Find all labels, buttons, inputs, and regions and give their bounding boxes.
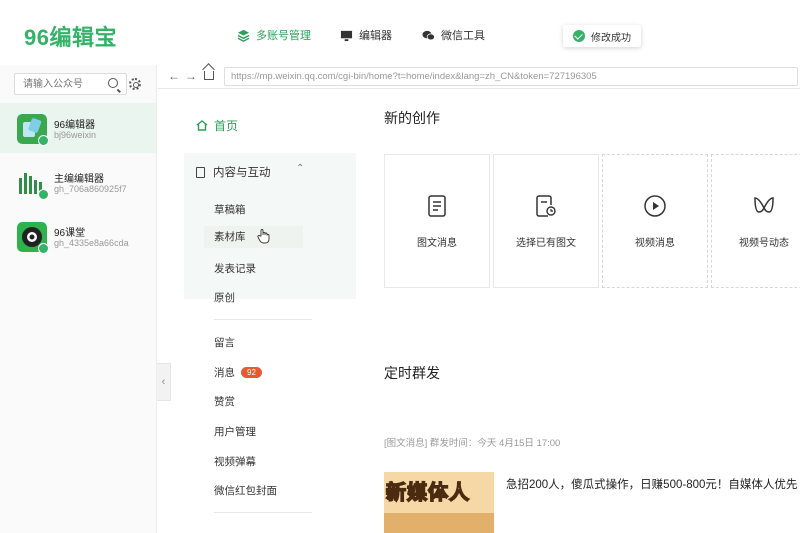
wechat-icon bbox=[422, 30, 435, 40]
home-icon bbox=[196, 120, 208, 131]
scheduled-meta: [图文消息] 群发时间：今天 4月15日 17:00 bbox=[384, 438, 561, 449]
toast-message: 修改成功 bbox=[591, 32, 631, 44]
layers-icon bbox=[237, 29, 250, 42]
settings-gear-icon[interactable] bbox=[129, 78, 141, 90]
forward-arrow-icon[interactable]: → bbox=[185, 69, 197, 83]
browser-bar: ← → https://mp.weixin.qq.com/cgi-bin/hom… bbox=[158, 65, 800, 89]
nav-wechat-tools[interactable]: 微信工具 bbox=[422, 27, 485, 43]
chevron-left-icon: ‹ bbox=[161, 376, 166, 388]
nav-item-original[interactable]: 原创 bbox=[214, 290, 235, 305]
nav-item-messages[interactable]: 消息 92 bbox=[214, 365, 262, 380]
document-icon bbox=[428, 195, 446, 217]
thumbnail-text: 新媒体人 bbox=[385, 481, 470, 505]
account-item-96editor[interactable]: 96编辑器 bj96weixin bbox=[0, 103, 156, 153]
nav-item-video-danmaku[interactable]: 视频弹幕 bbox=[214, 454, 256, 469]
nav-content-section[interactable]: 内容与互动 ⌃ bbox=[196, 163, 304, 180]
account-search[interactable] bbox=[14, 73, 127, 95]
card-video[interactable]: 视频消息 bbox=[602, 154, 708, 288]
play-circle-icon bbox=[644, 195, 666, 217]
chevron-up-icon[interactable]: ⌃ bbox=[296, 163, 304, 174]
check-circle-icon bbox=[573, 30, 585, 42]
account-name: 96课堂 bbox=[54, 228, 86, 239]
card-label: 视频号动态 bbox=[739, 238, 789, 249]
nav-editor[interactable]: 编辑器 bbox=[340, 27, 392, 43]
document-icon bbox=[196, 166, 205, 178]
nav-accounts-label: 多账号管理 bbox=[256, 30, 311, 42]
channels-icon bbox=[754, 197, 774, 213]
section-title-scheduled: 定时群发 bbox=[384, 365, 440, 381]
card-label: 选择已有图文 bbox=[516, 238, 576, 249]
card-channels-post[interactable]: 视频号动态 bbox=[711, 154, 800, 288]
monitor-icon bbox=[340, 30, 353, 41]
account-name: 主编编辑器 bbox=[54, 174, 104, 185]
nav-accounts[interactable]: 多账号管理 bbox=[237, 27, 311, 43]
nav-editor-label: 编辑器 bbox=[359, 30, 392, 42]
account-item-chief-editor[interactable]: 主编编辑器 gh_706a860925f7 bbox=[0, 157, 156, 207]
message-count-badge: 92 bbox=[241, 367, 262, 378]
section-title-create: 新的创作 bbox=[384, 110, 440, 126]
article-thumbnail[interactable]: 新媒体人 bbox=[384, 472, 494, 533]
verified-check-icon bbox=[38, 189, 49, 200]
top-bar: 96编辑宝 多账号管理 编辑器 微信工具 修改成功 bbox=[0, 0, 800, 65]
nav-home-label: 首页 bbox=[214, 119, 239, 133]
account-id: gh_706a860925f7 bbox=[54, 184, 127, 194]
account-id: gh_4335e8a66cda bbox=[54, 238, 129, 248]
nav-home[interactable]: 首页 bbox=[196, 117, 238, 134]
card-article[interactable]: 图文消息 bbox=[384, 154, 490, 288]
success-toast: 修改成功 bbox=[563, 25, 641, 47]
search-icon[interactable] bbox=[108, 78, 118, 88]
app-logo[interactable]: 96编辑宝 bbox=[24, 20, 117, 52]
nav-item-published[interactable]: 发表记录 bbox=[214, 261, 256, 276]
card-label: 视频消息 bbox=[635, 238, 675, 249]
account-id: bj96weixin bbox=[54, 130, 97, 140]
back-arrow-icon[interactable]: ← bbox=[168, 69, 180, 83]
menu-divider bbox=[214, 512, 312, 513]
address-bar[interactable]: https://mp.weixin.qq.com/cgi-bin/home?t=… bbox=[224, 67, 798, 86]
main-content: 新的创作 图文消息 选择已有图文 视频消息 视频号动态 定时群发 [图文消息] … bbox=[358, 90, 800, 533]
nav-item-red-packet-cover[interactable]: 微信红包封面 bbox=[214, 483, 277, 498]
account-name: 96编辑器 bbox=[54, 120, 96, 131]
collapse-sidebar-button[interactable]: ‹ bbox=[157, 363, 171, 401]
verified-check-icon bbox=[38, 243, 49, 254]
document-clock-icon bbox=[536, 195, 556, 217]
verified-check-icon bbox=[38, 135, 49, 146]
account-search-input[interactable] bbox=[15, 74, 99, 95]
scheduled-article-title[interactable]: 急招200人，傻瓜式操作，日赚500-800元！自媒体人优先 bbox=[506, 476, 797, 492]
nav-item-users[interactable]: 用户管理 bbox=[214, 424, 256, 439]
mp-nav-menu: 首页 内容与互动 ⌃ 草稿箱 素材库 发表记录 原创 留言 消息 92 赞赏 用户… bbox=[180, 90, 356, 533]
nav-item-library[interactable]: 素材库 bbox=[204, 226, 303, 248]
nav-section-label: 内容与互动 bbox=[213, 167, 271, 179]
account-sidebar: 96编辑器 bj96weixin 主编编辑器 gh_706a860925f7 9… bbox=[0, 65, 157, 533]
create-cards: 图文消息 选择已有图文 视频消息 视频号动态 bbox=[384, 154, 800, 288]
nav-item-messages-label: 消息 bbox=[214, 367, 235, 379]
nav-item-comments[interactable]: 留言 bbox=[214, 335, 235, 350]
menu-divider bbox=[214, 319, 312, 320]
nav-wechat-tools-label: 微信工具 bbox=[441, 30, 485, 42]
hand-cursor-icon bbox=[257, 229, 270, 244]
card-label: 图文消息 bbox=[417, 238, 457, 249]
home-icon[interactable] bbox=[204, 71, 214, 80]
account-item-96-classroom[interactable]: 96课堂 gh_4335e8a66cda bbox=[0, 211, 156, 261]
card-existing-article[interactable]: 选择已有图文 bbox=[493, 154, 599, 288]
nav-item-rewards[interactable]: 赞赏 bbox=[214, 394, 235, 409]
thumbnail-band bbox=[384, 513, 494, 533]
nav-item-drafts[interactable]: 草稿箱 bbox=[214, 202, 246, 217]
